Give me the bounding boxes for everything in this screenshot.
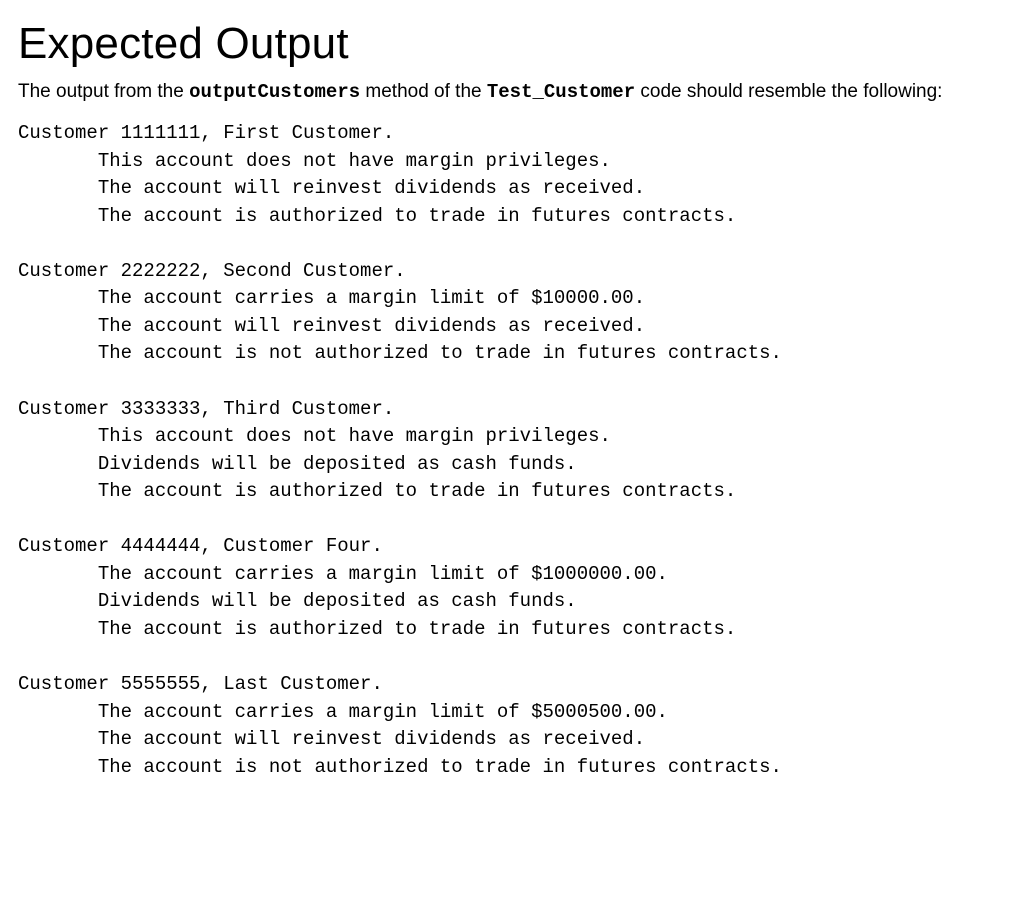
intro-prefix: The output from the	[18, 81, 189, 102]
intro-method: outputCustomers	[189, 81, 360, 103]
expected-output-block: Customer 1111111, First Customer. This a…	[18, 120, 1006, 781]
page-title: Expected Output	[18, 14, 1006, 73]
intro-class: Test_Customer	[487, 81, 635, 103]
intro-paragraph: The output from the outputCustomers meth…	[18, 79, 1006, 106]
intro-suffix: code should resemble the following:	[635, 81, 942, 102]
intro-mid: method of the	[360, 81, 487, 102]
